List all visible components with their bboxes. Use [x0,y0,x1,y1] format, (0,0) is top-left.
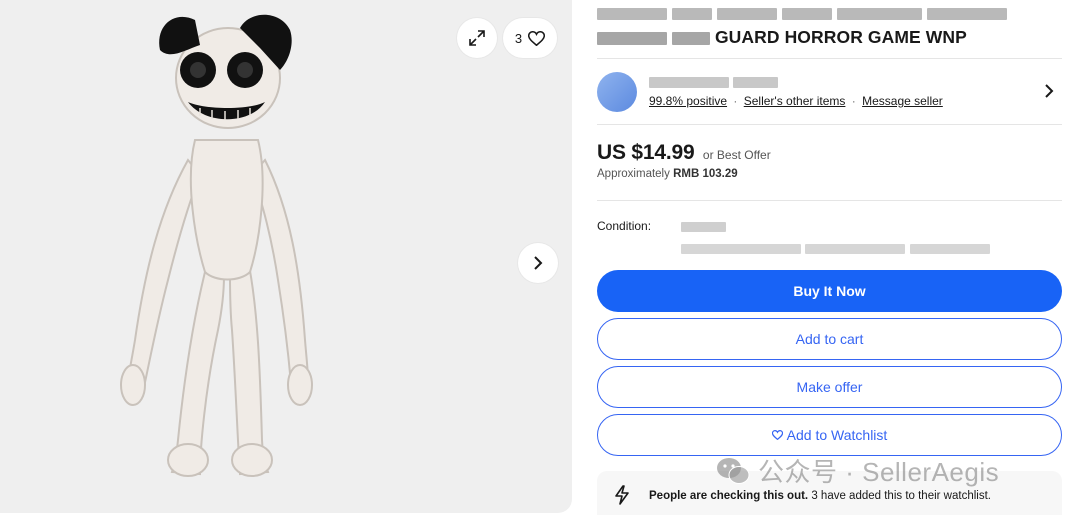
separator: · [851,94,856,108]
watch-count: 3 [514,30,523,46]
listing-title-text: GUARD HORROR GAME WNP [714,27,967,47]
seller-avatar[interactable] [597,72,637,112]
chevron-right-icon [534,256,543,270]
seller-card[interactable]: 99.8% positive · Seller's other items · … [597,70,1062,112]
title-redacted-line [597,8,1007,20]
divider [597,58,1062,59]
redacted-text [837,8,922,20]
product-image[interactable] [100,10,360,490]
image-gallery: 3 [0,0,572,513]
wechat-icon [717,457,750,484]
watermark: 公众号 · SellerAegis [716,452,999,489]
redacted-text [733,77,779,89]
listing-panel: GUARD HORROR GAME WNP 99.8% positive · S… [597,0,1062,515]
approx-prefix: Approximately [597,168,670,180]
approx-value: RMB 103.29 [673,168,738,180]
next-image-button[interactable] [518,243,558,283]
separator: · [733,94,738,108]
seller-feedback-link[interactable]: 99.8% positive [649,94,727,108]
gallery-watch-button[interactable]: 3 [503,18,557,58]
watermark-text: 公众号 · SellerAegis [758,457,1000,487]
signal-rest: 3 have added this to their watchlist. [811,490,991,502]
redacted-text [717,8,777,20]
expand-icon [469,30,485,46]
divider [597,124,1062,125]
add-to-cart-button[interactable]: Add to cart [597,318,1062,360]
redacted-text [597,8,667,20]
best-offer-label: or Best Offer [702,148,771,162]
redacted-text [671,31,710,45]
redacted-text [805,243,906,254]
approx-price: Approximately RMB 103.29 [597,168,771,180]
message-seller-link[interactable]: Message seller [862,94,943,108]
price-block: US $14.99 or Best Offer Approximately RM… [597,141,771,180]
redacted-text [909,243,990,254]
make-offer-button[interactable]: Make offer [597,366,1062,408]
seller-name-redacted[interactable] [649,74,779,92]
seller-links: 99.8% positive · Seller's other items · … [649,94,943,108]
add-to-watchlist-button[interactable]: Add to Watchlist [597,414,1062,456]
signal-text: People are checking this out. 3 have add… [649,490,991,502]
signal-bold: People are checking this out. [649,490,809,502]
seller-other-items-link[interactable]: Seller's other items [744,94,846,108]
expand-image-button[interactable] [457,18,497,58]
heart-icon [771,430,783,440]
redacted-text [681,243,801,254]
redacted-text [672,8,712,20]
chevron-right-icon[interactable] [1042,82,1056,100]
condition-description-redacted [681,240,990,258]
condition-label: Condition: [597,219,652,233]
redacted-text [782,8,832,20]
price: US $14.99 [597,141,695,164]
listing-title: GUARD HORROR GAME WNP [597,27,967,48]
redacted-text [681,221,726,232]
add-to-watchlist-label: Add to Watchlist [786,427,888,443]
buy-it-now-button[interactable]: Buy It Now [597,270,1062,312]
condition-row: Condition: [597,218,1062,258]
redacted-text [597,31,667,45]
divider [597,200,1062,201]
redacted-text [649,77,729,89]
condition-value-redacted [681,218,726,236]
heart-icon [528,30,546,46]
redacted-text [927,8,1007,20]
lightning-icon [615,485,629,505]
